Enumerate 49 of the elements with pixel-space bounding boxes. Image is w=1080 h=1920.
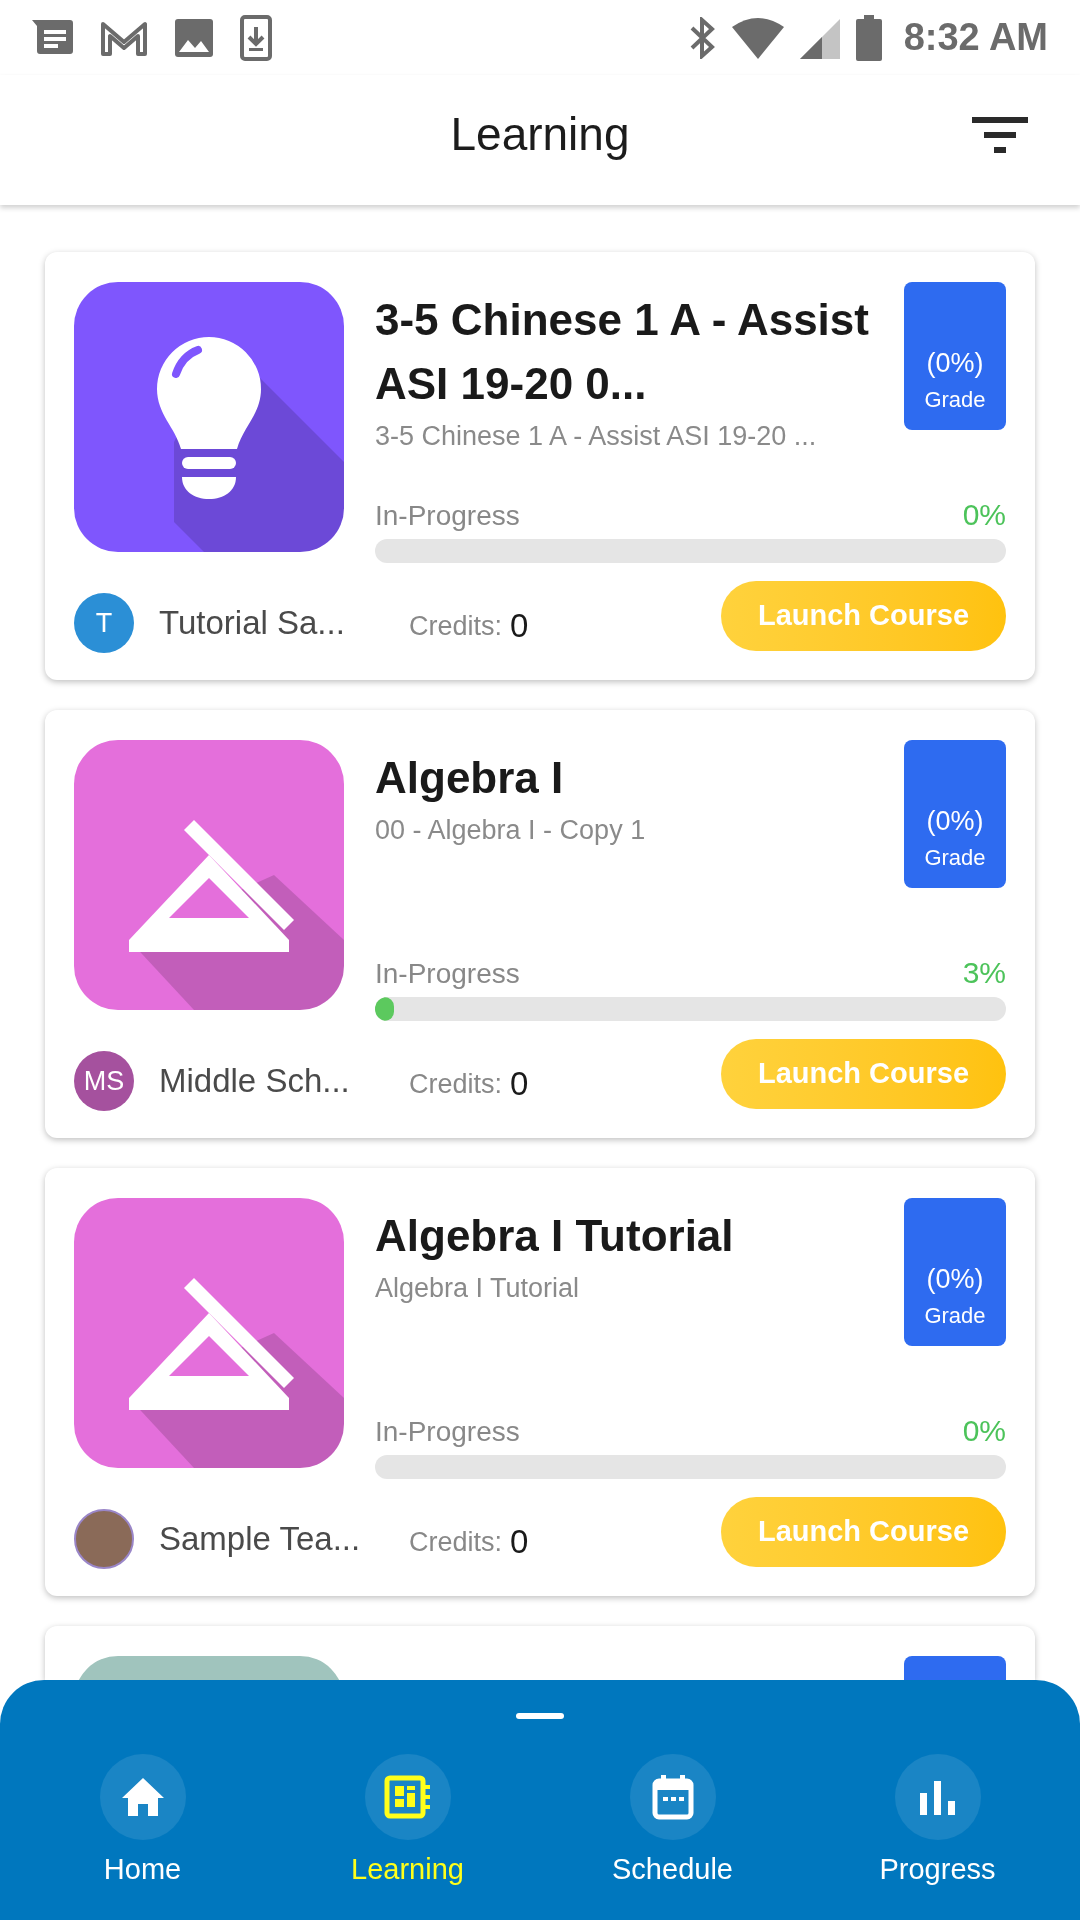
grade-percent: (0%) (926, 804, 984, 838)
filter-button[interactable] (972, 117, 1028, 153)
progress-percent: 0% (962, 497, 1006, 533)
wifi-icon (731, 16, 784, 59)
grade-percent: (0%) (926, 1262, 984, 1296)
avatar-initials: T (74, 593, 134, 653)
clock-time: 8:32 AM (903, 15, 1048, 60)
drag-handle[interactable] (516, 1713, 564, 1719)
page-title: Learning (450, 106, 630, 162)
course-title: Algebra I (375, 752, 565, 804)
course-subtitle: 00 - Algebra I - Copy 1 (375, 814, 647, 847)
grade-label: Grade (924, 844, 986, 872)
credits-label: Credits: (409, 1525, 503, 1559)
credits-label: Credits: (409, 1067, 503, 1101)
course-card[interactable]: Algebra I Tutorial Algebra I Tutorial (0%) Grade In-Progress 0% Sample Tea... Credits: 0 Launch Course (45, 1168, 1035, 1596)
teacher-name: Middle Sch... (159, 1061, 351, 1102)
progress-status: In-Progress (375, 957, 520, 991)
nav-tab[interactable]: Schedule (572, 1754, 773, 1892)
grade-label: Grade (924, 1302, 986, 1330)
course-card[interactable]: Algebra I 00 - Algebra I - Copy 1 (0%) Grade In-Progress 3% MS Middle Sch... Credits: 0 Launch Course (45, 710, 1035, 1138)
course-card[interactable] (45, 1626, 1035, 1680)
notebook-icon (383, 1775, 432, 1819)
nav-tab[interactable]: Home (42, 1754, 243, 1892)
grade-label: Grade (924, 386, 986, 414)
credits-value: 0 (510, 606, 529, 647)
course-title: Algebra I Tutorial (375, 1210, 735, 1262)
progress-status: In-Progress (375, 499, 520, 533)
credits-label: Credits: (409, 609, 503, 643)
filter-icon (972, 117, 1028, 153)
avatar-initials: MS (74, 1051, 134, 1111)
teacher-name: Sample Tea... (159, 1519, 362, 1560)
credits-value: 0 (510, 1522, 529, 1563)
course-card[interactable]: 3-5 Chinese 1 A - Assist ASI 19-20 0... 3-5 Chinese 1 A - Assist ASI 19-20 ... (0%) Grade In-Progress 0% T Tutorial Sa... Credits: 0 Launch Course (45, 252, 1035, 680)
grade-percent: (0%) (926, 346, 984, 380)
avatar-placeholder (74, 1509, 134, 1569)
battery-icon (855, 14, 882, 61)
course-subtitle: Algebra I Tutorial (375, 1272, 581, 1305)
nav-tab[interactable]: Learning (307, 1754, 508, 1892)
course-title: 3-5 Chinese 1 A - Assist ASI 19-20 0... (375, 294, 870, 410)
nav-tab[interactable]: Progress (837, 1754, 1038, 1892)
image-icon (174, 17, 214, 58)
credits-value: 0 (510, 1064, 529, 1105)
course-subtitle: 3-5 Chinese 1 A - Assist ASI 19-20 ... (375, 420, 818, 453)
download-icon (240, 14, 272, 61)
progress-status: In-Progress (375, 1415, 520, 1449)
progress-percent: 3% (962, 955, 1006, 991)
progress-percent: 0% (962, 1413, 1006, 1449)
teacher-name: Tutorial Sa... (159, 603, 346, 644)
calendar-icon (651, 1774, 694, 1820)
